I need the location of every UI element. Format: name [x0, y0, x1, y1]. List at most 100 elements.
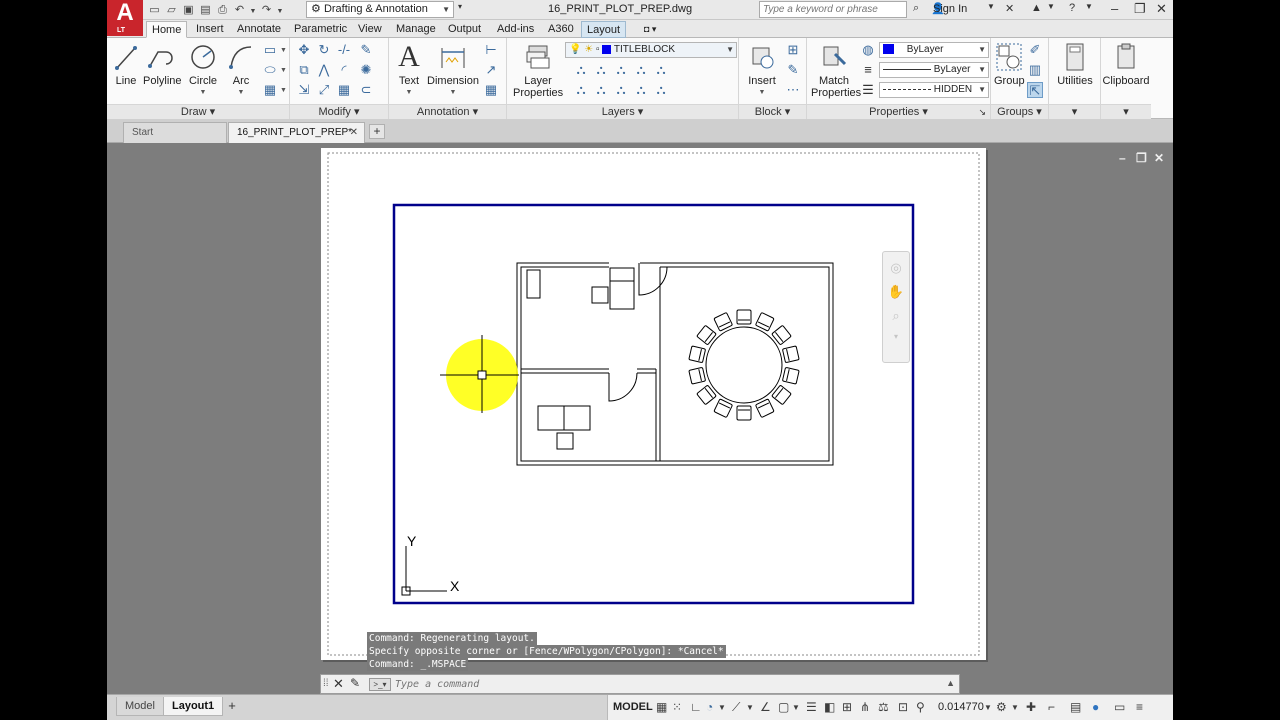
auto-scale-icon[interactable]: ⚖ — [878, 700, 889, 714]
tab-manage[interactable]: Manage — [391, 21, 441, 38]
object-snap-icon[interactable]: ▢ — [778, 700, 789, 714]
new-icon[interactable]: ▭ — [147, 3, 162, 16]
table-icon[interactable]: ▦ — [483, 82, 499, 98]
close-command-line-icon[interactable]: ✕ — [333, 676, 344, 692]
polar-icon[interactable]: ◔ — [706, 700, 713, 714]
tab-active-drawing[interactable]: 16_PRINT_PLOT_PREP* ✕ — [228, 122, 365, 143]
snap-icon[interactable]: ⁙ — [672, 700, 682, 714]
customize-command-icon[interactable]: ✎ — [350, 676, 360, 690]
plot-icon[interactable]: ⎙ — [215, 4, 230, 17]
a360-dropdown-icon[interactable]: ▼ — [1047, 2, 1055, 11]
insert-button[interactable]: Insert ▼ — [743, 42, 781, 99]
dimension-button[interactable]: Dimension ▼ — [427, 42, 479, 99]
sign-in-dropdown-icon[interactable]: ▼ — [987, 2, 995, 11]
viewport-scale[interactable]: 0.014770 — [938, 701, 984, 713]
annotation-panel-title[interactable]: Annotation ▾ — [389, 104, 506, 119]
offset-icon[interactable]: ⊂ — [358, 82, 374, 98]
linetype-dropdown[interactable]: HIDDEN ▼ — [879, 82, 989, 98]
leader-icon[interactable]: ↗ — [483, 62, 499, 78]
new-tab-button[interactable]: + — [369, 124, 385, 139]
tab-output[interactable]: Output — [443, 21, 486, 38]
tab-annotate[interactable]: Annotate — [232, 21, 286, 38]
tab-start[interactable]: Start — [123, 122, 227, 143]
grid-icon[interactable]: ▦ — [656, 700, 667, 714]
ellipse-icon[interactable]: ⬭ — [262, 62, 278, 78]
quick-properties-icon[interactable]: ▤ — [1070, 700, 1081, 714]
tab-home[interactable]: Home — [146, 21, 188, 38]
arc-button[interactable]: Arc ▼ — [225, 42, 257, 99]
hatch-dropdown-icon[interactable]: ▼ — [280, 87, 287, 94]
tab-add-ins[interactable]: Add-ins — [492, 21, 539, 38]
ungroup-icon[interactable]: ✐ — [1027, 42, 1043, 58]
block-panel-title[interactable]: Block ▾ — [739, 104, 806, 119]
layer-tool-8-icon[interactable]: ⛬ — [613, 82, 629, 98]
annotation-visibility-icon[interactable]: ⋔ — [860, 700, 870, 714]
draw-panel-title[interactable]: Draw ▾ — [107, 104, 289, 119]
isodraft-icon[interactable]: ⟋ — [732, 700, 740, 715]
polar-dropdown-icon[interactable]: ▼ — [718, 703, 726, 712]
redo-icon[interactable]: ↷ — [259, 3, 274, 16]
line-button[interactable]: Line — [113, 42, 139, 87]
search-input[interactable]: Type a keyword or phrase — [759, 1, 907, 18]
layer-tool-9-icon[interactable]: ⛬ — [633, 82, 649, 98]
polyline-button[interactable]: Polyline — [143, 42, 182, 87]
drawing-canvas[interactable]: Y X – ❐ ✕ ◎ ✋ ⌕ ▾ Command: Regenerating … — [107, 143, 1173, 692]
tab-layout[interactable]: Layout — [581, 21, 627, 38]
circle-button[interactable]: Circle ▼ — [187, 42, 219, 99]
clipboard-panel-title[interactable]: ▾ — [1101, 104, 1151, 119]
object-snap-tracking-icon[interactable]: ∠ — [760, 700, 771, 714]
scale-icon[interactable]: ⤢ — [316, 82, 332, 98]
layer-tool-10-icon[interactable]: ⛬ — [653, 82, 669, 98]
drawing-minimize-icon[interactable]: – — [1119, 151, 1126, 165]
tab-parametric[interactable]: Parametric — [289, 21, 352, 38]
ellipse-dropdown-icon[interactable]: ▼ — [280, 67, 287, 74]
customization-icon[interactable]: ≡ — [1136, 700, 1143, 714]
units-icon[interactable]: ⌐ — [1048, 700, 1055, 714]
text-dropdown-icon[interactable]: ▼ — [394, 87, 424, 99]
command-input[interactable] — [395, 677, 915, 692]
save-as-icon[interactable]: ▤ — [198, 3, 213, 16]
layer-properties-button[interactable]: Layer Properties — [513, 42, 563, 99]
object-snap-dropdown-icon[interactable]: ▼ — [792, 703, 800, 712]
properties-launcher-icon[interactable]: ↘ — [978, 105, 986, 119]
command-history-toggle-icon[interactable]: ▲ — [946, 678, 955, 688]
annotation-scale-icon[interactable]: ⚲ — [916, 700, 925, 714]
drawing-restore-icon[interactable]: ❐ — [1136, 151, 1147, 165]
insert-dropdown-icon[interactable]: ▼ — [743, 87, 781, 99]
layer-tool-6-icon[interactable]: ⛬ — [573, 82, 589, 98]
lineweight-dropdown[interactable]: ByLayer ▼ — [879, 62, 989, 78]
ortho-icon[interactable]: ∟ — [690, 700, 702, 714]
group-selection-icon[interactable]: ⇱ — [1027, 82, 1043, 98]
annotation-monitor-icon[interactable]: ✚ — [1026, 700, 1036, 714]
exchange-apps-icon[interactable]: ✕ — [1005, 2, 1014, 15]
lineweight-toggle-icon[interactable]: ☰ — [806, 700, 817, 714]
text-button[interactable]: A Text ▼ — [394, 42, 424, 99]
tab-model[interactable]: Model — [116, 697, 164, 716]
layers-panel-title[interactable]: Layers ▾ — [507, 104, 738, 119]
help-dropdown-icon[interactable]: ▼ — [1085, 2, 1093, 11]
open-icon[interactable]: ▱ — [164, 3, 179, 16]
isodraft-dropdown-icon[interactable]: ▼ — [746, 703, 754, 712]
sign-in-link[interactable]: Sign In — [933, 3, 967, 15]
undo-icon[interactable]: ↶ — [232, 3, 247, 16]
grip-handle-icon[interactable]: ⁞⁞ — [323, 678, 329, 689]
match-properties-button[interactable]: Match Properties — [811, 42, 861, 99]
tab-insert[interactable]: Insert — [191, 21, 229, 38]
workspace-dropdown-icon[interactable]: ▼ — [1011, 703, 1019, 712]
clipboard-button[interactable]: Clipboard — [1095, 42, 1157, 87]
layer-tool-7-icon[interactable]: ⛬ — [593, 82, 609, 98]
linear-dimension-icon[interactable]: ⊢ — [483, 42, 499, 58]
application-menu-button[interactable]: A LT — [107, 0, 143, 36]
dimension-dropdown-icon[interactable]: ▼ — [427, 87, 479, 99]
clean-screen-icon[interactable]: ▭ — [1114, 700, 1125, 714]
rectangle-dropdown-icon[interactable]: ▼ — [280, 47, 287, 54]
trim-icon[interactable]: -/- — [336, 42, 352, 58]
zoom-icon[interactable]: ⌕ — [883, 308, 909, 324]
utilities-panel-title[interactable]: ▾ — [1049, 104, 1100, 119]
help-icon[interactable]: ? — [1069, 2, 1075, 14]
nav-menu-icon[interactable]: ▾ — [883, 332, 909, 341]
workspace-switcher[interactable]: ⚙ Drafting & Annotation ▼ — [306, 1, 454, 18]
properties-panel-title[interactable]: Properties ▾ ↘ — [807, 104, 990, 119]
layer-dropdown[interactable]: 💡 ☀ ▫ TITLEBLOCK ▼ — [565, 42, 737, 58]
redo-dropdown-icon[interactable]: ▼ — [276, 8, 284, 15]
